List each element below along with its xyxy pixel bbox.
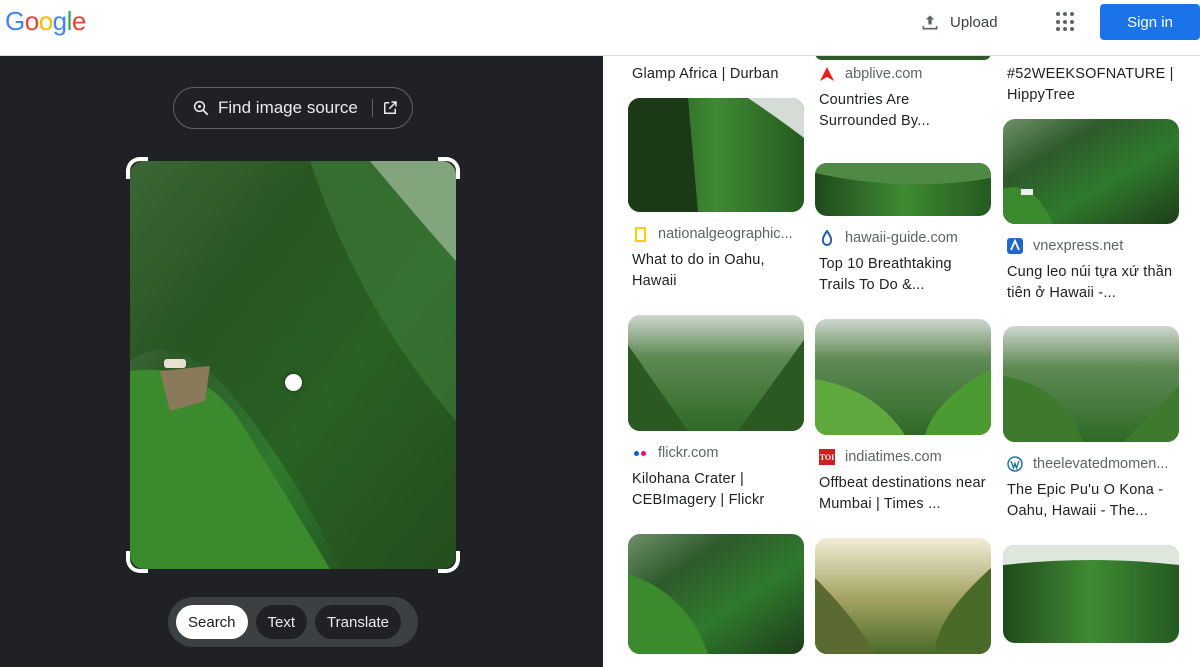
- toi-icon: TOI: [819, 449, 835, 465]
- mode-search-button[interactable]: Search: [176, 605, 248, 639]
- result-card[interactable]: #52WEEKSOFNATURE | HippyTree: [1003, 56, 1179, 106]
- source-label: nationalgeographic...: [658, 226, 793, 242]
- upload-label: Upload: [950, 13, 998, 31]
- find-image-source-button[interactable]: Find image source: [173, 87, 413, 129]
- wordpress-icon: [1007, 456, 1023, 472]
- top-bar: Google Upload Sign in: [0, 0, 1200, 56]
- flickr-icon: [632, 445, 648, 461]
- result-thumbnail: [628, 315, 804, 431]
- sign-in-button[interactable]: Sign in: [1100, 4, 1200, 40]
- result-title: #52WEEKSOFNATURE | HippyTree: [1007, 66, 1174, 103]
- result-card[interactable]: [815, 538, 991, 654]
- mode-translate-button[interactable]: Translate: [315, 605, 402, 639]
- result-title: Offbeat destinations near Mumbai | Times…: [819, 475, 986, 512]
- result-title: Top 10 Breathtaking Trails To Do &...: [819, 256, 952, 293]
- source-label: theelevatedmomen...: [1033, 456, 1169, 472]
- upload-icon: [922, 15, 938, 30]
- result-thumbnail: [628, 98, 804, 212]
- result-source: flickr.com: [628, 445, 804, 461]
- lens-search-icon: [193, 100, 209, 116]
- result-thumbnail: [815, 538, 991, 654]
- open-external-icon: [383, 101, 397, 114]
- result-card[interactable]: TOI indiatimes.com Offbeat destinations …: [815, 319, 991, 515]
- nat-geo-icon: [632, 226, 648, 242]
- vnexpress-icon: [1007, 238, 1023, 254]
- result-thumbnail: [815, 163, 991, 216]
- source-label: abplive.com: [845, 66, 923, 82]
- result-thumbnail: [1003, 545, 1179, 643]
- result-source: theelevatedmomen...: [1003, 456, 1179, 472]
- result-source: hawaii-guide.com: [815, 230, 991, 246]
- result-card[interactable]: Glamp Africa | Durban: [628, 56, 804, 85]
- google-logo[interactable]: Google: [5, 6, 86, 37]
- result-card[interactable]: nationalgeographic... What to do in Oahu…: [628, 98, 804, 292]
- lens-panel: Find image source Search Text Translate: [0, 56, 603, 667]
- result-title: What to do in Oahu, Hawaii: [632, 252, 765, 289]
- source-label: vnexpress.net: [1033, 238, 1124, 254]
- result-title: Cung leo núi tựa xứ thần tiên ở Hawaii -…: [1007, 264, 1173, 301]
- result-thumbnail: [815, 319, 991, 435]
- result-title: Kilohana Crater | CEBImagery | Flickr: [632, 471, 765, 508]
- find-image-source-label: Find image source: [218, 98, 358, 117]
- result-thumbnail: [815, 56, 991, 60]
- upload-button[interactable]: Upload: [920, 10, 998, 34]
- result-source: vnexpress.net: [1003, 238, 1179, 254]
- mode-switcher: Search Text Translate: [168, 597, 418, 647]
- source-label: hawaii-guide.com: [845, 230, 958, 246]
- result-title: Glamp Africa | Durban: [632, 66, 779, 82]
- result-card[interactable]: abplive.com Countries Are Surrounded By.…: [815, 56, 991, 132]
- result-thumbnail: [628, 534, 804, 654]
- result-card[interactable]: [628, 534, 804, 654]
- source-label: indiatimes.com: [845, 449, 942, 465]
- result-card[interactable]: [1003, 545, 1179, 643]
- result-card[interactable]: hawaii-guide.com Top 10 Breathtaking Tra…: [815, 163, 991, 296]
- abplive-icon: [819, 66, 835, 82]
- hawaii-guide-icon: [819, 230, 835, 246]
- image-crop-area[interactable]: [126, 157, 460, 573]
- result-source: nationalgeographic...: [628, 226, 804, 242]
- source-label: flickr.com: [658, 445, 719, 461]
- visual-matches: Glamp Africa | Durban nationalgeographic…: [603, 56, 1200, 667]
- selection-dot[interactable]: [285, 374, 302, 391]
- divider: [371, 99, 373, 117]
- result-thumbnail: [1003, 119, 1179, 224]
- result-source: TOI indiatimes.com: [815, 449, 991, 465]
- result-source: abplive.com: [815, 66, 991, 82]
- result-thumbnail: [1003, 326, 1179, 442]
- result-card[interactable]: flickr.com Kilohana Crater | CEBImagery …: [628, 315, 804, 511]
- result-card[interactable]: theelevatedmomen... The Epic Pu'u O Kona…: [1003, 326, 1179, 522]
- mode-text-button[interactable]: Text: [255, 605, 308, 639]
- result-title: Countries Are Surrounded By...: [819, 92, 930, 129]
- query-image: [130, 161, 456, 569]
- apps-grid-icon[interactable]: [1056, 12, 1076, 32]
- result-card[interactable]: vnexpress.net Cung leo núi tựa xứ thần t…: [1003, 119, 1179, 304]
- result-title: The Epic Pu'u O Kona - Oahu, Hawaii - Th…: [1007, 482, 1164, 519]
